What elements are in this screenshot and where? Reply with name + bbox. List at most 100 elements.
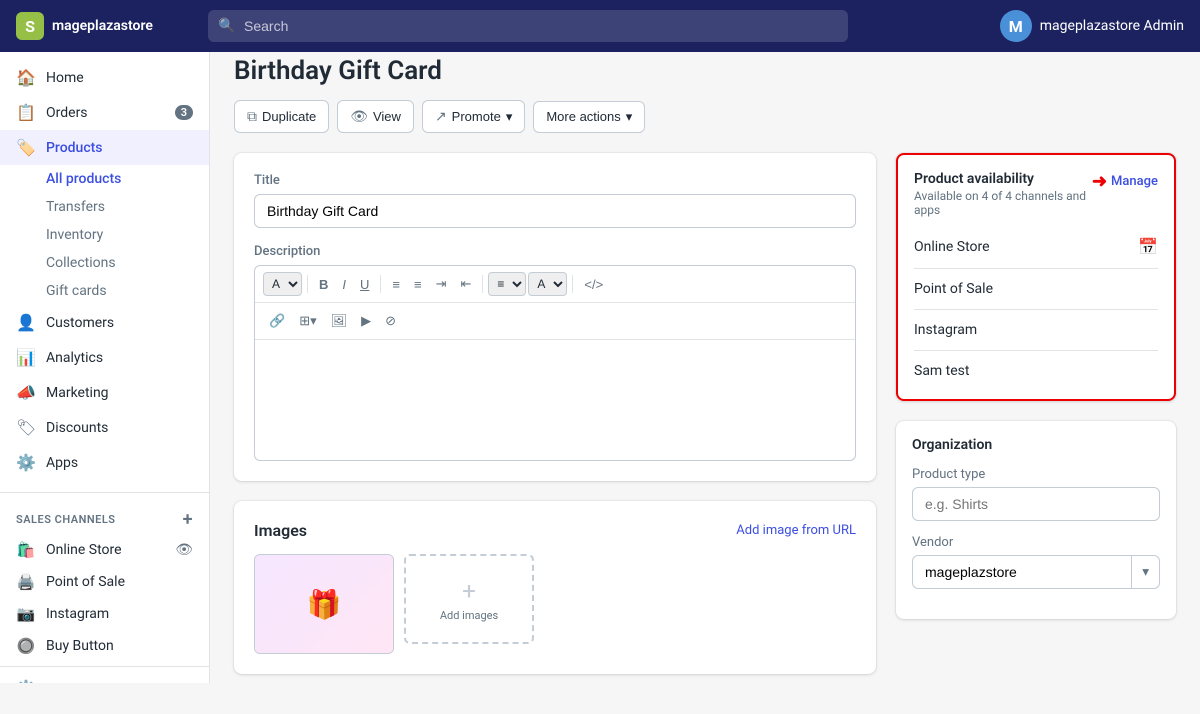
channel-instagram-label: Instagram xyxy=(914,322,977,338)
image-thumb-1-icon: 🎁 xyxy=(307,588,342,621)
left-column: Title Description A B I U xyxy=(234,153,876,694)
content-grid: Title Description A B I U xyxy=(234,153,1176,694)
sidebar-main-nav: 🏠 Home 📋 Orders 3 🏷️ Products All produc… xyxy=(0,52,209,488)
customers-icon: 👤 xyxy=(16,313,36,332)
rte-divider-1 xyxy=(307,275,308,293)
product-type-input[interactable] xyxy=(912,487,1160,521)
images-header: Images Add image from URL xyxy=(254,521,856,540)
channel-sam-test: Sam test xyxy=(914,351,1158,391)
sidebar-channel-buy-button[interactable]: 🔘 Buy Button xyxy=(0,630,209,662)
availability-title: Product availability xyxy=(914,171,1092,187)
sidebar-item-home[interactable]: 🏠 Home xyxy=(0,60,209,95)
add-sales-channel-icon[interactable]: + xyxy=(183,509,193,530)
rte-source-button[interactable]: </> xyxy=(578,273,609,296)
more-actions-label: More actions xyxy=(546,109,620,124)
sidebar-item-settings[interactable]: ⚙️ Settings xyxy=(0,671,209,683)
organization-card: Organization Product type Vendor ▾ xyxy=(896,421,1176,619)
rte-divider-3 xyxy=(482,275,483,293)
sidebar-channel-instagram[interactable]: 📷 Instagram xyxy=(0,598,209,630)
manage-wrap: ➜ Manage xyxy=(1092,171,1158,192)
availability-info: Product availability Available on 4 of 4… xyxy=(914,171,1092,217)
rte-body[interactable] xyxy=(255,340,855,460)
apps-icon: ⚙️ xyxy=(16,453,36,472)
sidebar-sub-all-products[interactable]: All products xyxy=(46,165,209,193)
discounts-icon: 🏷 xyxy=(16,418,36,437)
rte-image-button[interactable]: 🖼 xyxy=(325,309,354,333)
sidebar-item-marketing-label: Marketing xyxy=(46,385,109,401)
title-card: Title Description A B I U xyxy=(234,153,876,481)
title-input[interactable] xyxy=(254,194,856,228)
promote-button[interactable]: ↗ Promote ▾ xyxy=(422,100,525,133)
topnav-right: M mageplazastore Admin xyxy=(1000,10,1184,42)
page-title: Birthday Gift Card xyxy=(234,56,1176,86)
buy-button-label: Buy Button xyxy=(46,638,114,654)
manage-link[interactable]: Manage xyxy=(1111,174,1158,189)
rte-color-select[interactable]: A xyxy=(528,272,567,296)
duplicate-button[interactable]: ⧉ Duplicate xyxy=(234,100,329,133)
vendor-select-button[interactable]: ▾ xyxy=(1131,555,1160,589)
sidebar-sub-inventory[interactable]: Inventory xyxy=(46,221,209,249)
vendor-input[interactable] xyxy=(912,555,1131,589)
promote-dropdown-icon: ▾ xyxy=(506,109,513,125)
sidebar-item-products-label: Products xyxy=(46,140,103,156)
search-input[interactable] xyxy=(208,10,848,42)
view-button[interactable]: 👁 View xyxy=(337,100,414,133)
rte-italic-button[interactable]: I xyxy=(336,273,352,296)
sidebar-item-customers[interactable]: 👤 Customers xyxy=(0,305,209,340)
add-image-link[interactable]: Add image from URL xyxy=(736,523,856,538)
sidebar-sub-collections[interactable]: Collections xyxy=(46,249,209,277)
org-title: Organization xyxy=(912,437,1160,453)
online-store-eye-icon[interactable]: 👁 xyxy=(175,542,193,558)
rte-ol-button[interactable]: ≡ xyxy=(408,273,428,296)
channel-sam-test-label: Sam test xyxy=(914,363,970,379)
vendor-label: Vendor xyxy=(912,535,1160,550)
sidebar-item-products[interactable]: 🏷️ Products xyxy=(0,130,209,165)
buy-button-icon: 🔘 xyxy=(16,637,36,655)
channel-online-store-icon: 📅 xyxy=(1138,237,1158,256)
rte-table-button[interactable]: ⊞▾ xyxy=(293,309,322,333)
store-logo-area[interactable]: S mageplazastore xyxy=(16,12,196,40)
rte-bold-button[interactable]: B xyxy=(313,273,334,296)
add-placeholder-label: Add images xyxy=(440,609,498,622)
sidebar-item-discounts[interactable]: 🏷 Discounts xyxy=(0,410,209,445)
red-arrow-annotation: ➜ xyxy=(1092,171,1107,192)
rte-underline-button[interactable]: U xyxy=(354,273,375,296)
settings-icon: ⚙️ xyxy=(16,679,36,683)
sidebar-channel-online-store[interactable]: 🛍️ Online Store 👁 xyxy=(0,534,209,566)
sidebar-item-apps[interactable]: ⚙️ Apps xyxy=(0,445,209,480)
sidebar-channel-pos[interactable]: 🖨️ Point of Sale xyxy=(0,566,209,598)
rte-clear-button[interactable]: ⊘ xyxy=(379,309,402,333)
sidebar-sub-gift-cards[interactable]: Gift cards xyxy=(46,277,209,305)
sidebar-item-orders-label: Orders xyxy=(46,105,88,121)
sales-channels-label: SALES CHANNELS xyxy=(16,513,116,526)
title-label: Title xyxy=(254,173,856,188)
sidebar-item-analytics-label: Analytics xyxy=(46,350,103,366)
rte-outdent-button[interactable]: ⇤ xyxy=(455,272,478,296)
store-name: mageplazastore xyxy=(52,18,153,34)
add-image-placeholder[interactable]: + Add images xyxy=(404,554,534,644)
rte-indent-button[interactable]: ⇥ xyxy=(430,272,453,296)
marketing-icon: 📣 xyxy=(16,383,36,402)
sidebar-item-marketing[interactable]: 📣 Marketing xyxy=(0,375,209,410)
images-card: Images Add image from URL 🎁 + Add images xyxy=(234,501,876,674)
sidebar-sub-transfers[interactable]: Transfers xyxy=(46,193,209,221)
rte-align-select[interactable]: ≡ xyxy=(488,272,526,296)
analytics-icon: 📊 xyxy=(16,348,36,367)
rte-link-button[interactable]: 🔗 xyxy=(263,309,291,333)
rte-video-button[interactable]: ▶ xyxy=(355,309,377,333)
rte-font-select[interactable]: A xyxy=(263,272,302,296)
promote-icon: ↗ xyxy=(435,108,447,125)
rte-ul-button[interactable]: ≡ xyxy=(386,273,406,296)
channel-online-store: Online Store 📅 xyxy=(914,225,1158,269)
rte-toolbar-2: 🔗 ⊞▾ 🖼 ▶ ⊘ xyxy=(255,303,855,340)
search-bar[interactable]: 🔍 xyxy=(208,10,848,42)
sidebar-item-orders[interactable]: 📋 Orders 3 xyxy=(0,95,209,130)
channel-list: Online Store 📅 Point of Sale Instagram S… xyxy=(898,225,1174,399)
more-actions-button[interactable]: More actions ▾ xyxy=(533,101,645,133)
avatar[interactable]: M xyxy=(1000,10,1032,42)
sales-channels-header: SALES CHANNELS + xyxy=(0,497,209,534)
online-store-icon: 🛍️ xyxy=(16,541,36,559)
sidebar-item-analytics[interactable]: 📊 Analytics xyxy=(0,340,209,375)
images-title: Images xyxy=(254,521,307,540)
images-grid: 🎁 + Add images xyxy=(254,554,856,654)
